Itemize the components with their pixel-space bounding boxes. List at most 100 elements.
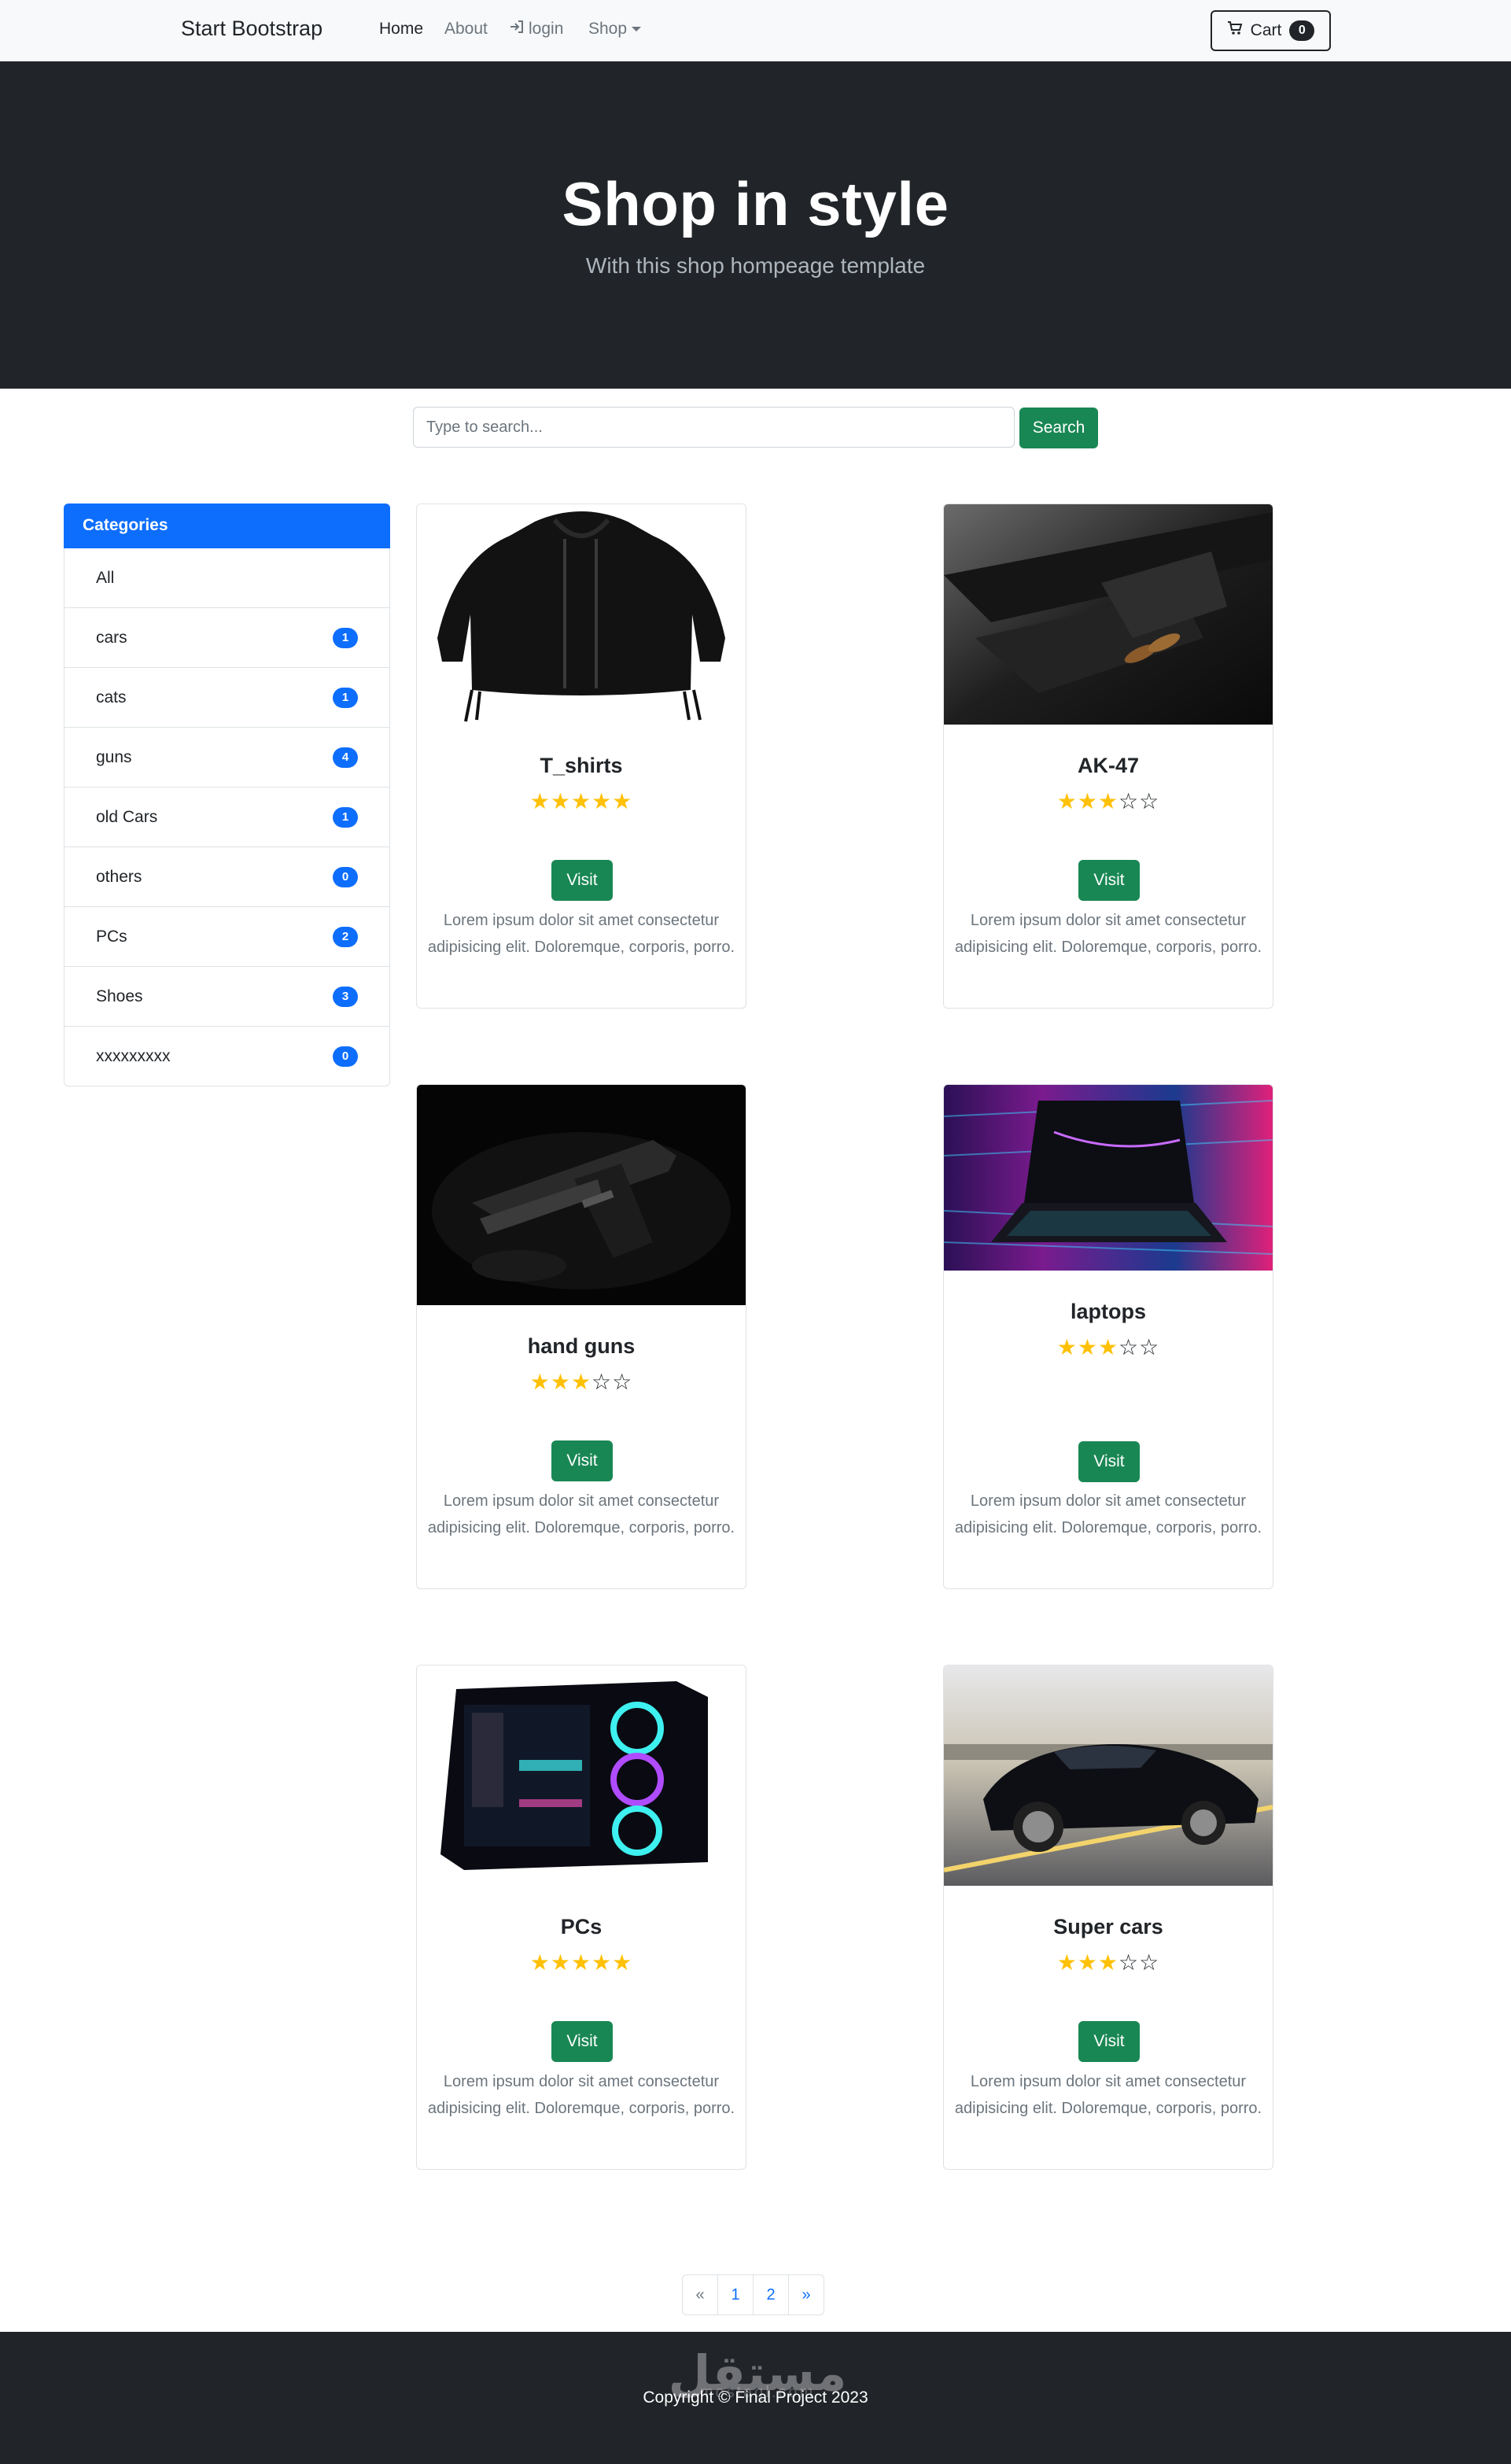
- product-description: Lorem ipsum dolor sit amet consectetur a…: [427, 2073, 735, 2117]
- category-label: others: [96, 867, 142, 886]
- product-description: Lorem ipsum dolor sit amet consectetur a…: [954, 912, 1262, 956]
- category-count-badge: 4: [333, 747, 358, 768]
- product-title: Super cars: [1053, 1915, 1163, 1938]
- hero-banner: Shop in style With this shop hompeage te…: [0, 61, 1511, 389]
- nav-login-link[interactable]: login: [509, 20, 563, 39]
- category-item[interactable]: xxxxxxxxx 0: [64, 1027, 390, 1086]
- chevron-down-icon: [632, 27, 642, 32]
- sports-car-image: [944, 1665, 1273, 1886]
- product-card: T_shirts ★★★★★ Visit Lorem ipsum dolor sit …: [416, 503, 746, 1009]
- star-filled-icon: ★: [570, 789, 592, 813]
- star-filled-icon: ★: [612, 789, 633, 813]
- category-item[interactable]: guns 4: [64, 728, 390, 788]
- star-empty-icon: ☆: [1119, 789, 1140, 813]
- pagination: « 1 2 »: [682, 2274, 824, 2315]
- category-count-badge: 2: [333, 926, 358, 947]
- pc-case-image: [417, 1665, 746, 1886]
- star-filled-icon: ★: [529, 1950, 551, 1975]
- visit-button[interactable]: Visit: [551, 1440, 613, 1481]
- star-filled-icon: ★: [592, 789, 613, 813]
- pagination-page-1[interactable]: 1: [717, 2274, 754, 2315]
- category-label: PCs: [96, 927, 127, 946]
- rating-stars: ★★★☆☆: [944, 788, 1273, 814]
- category-item[interactable]: cars 1: [64, 608, 390, 668]
- product-description: Lorem ipsum dolor sit amet consectetur a…: [954, 2073, 1262, 2117]
- star-empty-icon: ☆: [1139, 1335, 1160, 1359]
- product-title: AK-47: [1077, 754, 1140, 777]
- category-label: All: [96, 568, 115, 587]
- star-filled-icon: ★: [1097, 1335, 1119, 1359]
- category-count-badge: 0: [333, 866, 358, 887]
- navbar: Start Bootstrap Home About login Shop Ca…: [0, 0, 1511, 61]
- star-filled-icon: ★: [1077, 1950, 1098, 1975]
- star-empty-icon: ☆: [1119, 1335, 1140, 1359]
- star-filled-icon: ★: [1097, 789, 1119, 813]
- star-filled-icon: ★: [550, 1950, 571, 1975]
- pagination-next[interactable]: »: [788, 2274, 824, 2315]
- nav-shop-label: Shop: [588, 20, 628, 38]
- visit-button[interactable]: Visit: [551, 860, 613, 901]
- pagination-prev[interactable]: «: [682, 2274, 718, 2315]
- nav-home-link[interactable]: Home: [379, 20, 423, 39]
- star-filled-icon: ★: [1056, 1950, 1078, 1975]
- pagination-page-2[interactable]: 2: [753, 2274, 789, 2315]
- category-label: guns: [96, 747, 132, 766]
- rating-stars: ★★★☆☆: [944, 1949, 1273, 1975]
- nav-shop-dropdown[interactable]: Shop: [588, 20, 642, 39]
- star-empty-icon: ☆: [1139, 1950, 1160, 1975]
- rating-stars: ★★★★★: [417, 1949, 746, 1975]
- login-icon: [509, 20, 525, 39]
- laptop-image: [944, 1085, 1273, 1271]
- category-count-badge: 0: [333, 1046, 358, 1067]
- rating-stars: ★★★☆☆: [417, 1369, 746, 1395]
- product-title: laptops: [1070, 1300, 1146, 1323]
- rating-stars: ★★★☆☆: [944, 1334, 1273, 1360]
- category-count-badge: 1: [333, 806, 358, 828]
- category-item[interactable]: old Cars 1: [64, 788, 390, 847]
- star-filled-icon: ★: [570, 1950, 592, 1975]
- categories-header: Categories: [64, 503, 390, 548]
- product-card: AK-47 ★★★☆☆ Visit Lorem ipsum dolor sit ame…: [943, 503, 1273, 1009]
- star-filled-icon: ★: [570, 1370, 592, 1394]
- category-item[interactable]: cats 1: [64, 668, 390, 728]
- cart-icon: [1227, 21, 1243, 40]
- nav-about-link[interactable]: About: [444, 20, 488, 39]
- rifle-image: [944, 504, 1273, 725]
- star-filled-icon: ★: [1056, 1335, 1078, 1359]
- visit-button[interactable]: Visit: [1078, 2021, 1140, 2062]
- category-label: cats: [96, 688, 127, 706]
- star-empty-icon: ☆: [592, 1370, 613, 1394]
- cart-label: Cart: [1250, 21, 1282, 39]
- product-card: PCs ★★★★★ Visit Lorem ipsum dolor sit amet …: [416, 1665, 746, 2170]
- hero-title: Shop in style: [562, 169, 949, 238]
- star-filled-icon: ★: [1097, 1950, 1119, 1975]
- category-label: old Cars: [96, 807, 158, 826]
- visit-button[interactable]: Visit: [1078, 1441, 1140, 1482]
- search-input[interactable]: [413, 407, 1015, 448]
- visit-button[interactable]: Visit: [1078, 860, 1140, 901]
- product-title: hand guns: [527, 1334, 636, 1358]
- star-filled-icon: ★: [1056, 789, 1078, 813]
- category-item[interactable]: PCs 2: [64, 907, 390, 967]
- search-button[interactable]: Search: [1019, 408, 1098, 448]
- category-count-badge: 1: [333, 627, 358, 648]
- cart-button[interactable]: Cart 0: [1211, 10, 1331, 51]
- category-item[interactable]: others 0: [64, 847, 390, 907]
- visit-button[interactable]: Visit: [551, 2021, 613, 2062]
- brand-link[interactable]: Start Bootstrap: [181, 17, 322, 41]
- star-filled-icon: ★: [1077, 789, 1098, 813]
- category-count-badge: 3: [333, 986, 358, 1007]
- star-filled-icon: ★: [529, 1370, 551, 1394]
- product-card: laptops ★★★☆☆ Visit Lorem ipsum dolor sit a…: [943, 1084, 1273, 1589]
- star-filled-icon: ★: [529, 789, 551, 813]
- hoodie-image: [417, 504, 746, 725]
- star-empty-icon: ☆: [1119, 1950, 1140, 1975]
- product-title: T_shirts: [540, 754, 623, 777]
- category-item[interactable]: All: [64, 548, 390, 608]
- star-filled-icon: ★: [1077, 1335, 1098, 1359]
- category-item[interactable]: Shoes 3: [64, 967, 390, 1027]
- product-title: PCs: [560, 1915, 603, 1938]
- category-count-badge: 1: [333, 687, 358, 708]
- product-description: Lorem ipsum dolor sit amet consectetur a…: [427, 1492, 735, 1536]
- pistol-image: [417, 1085, 746, 1305]
